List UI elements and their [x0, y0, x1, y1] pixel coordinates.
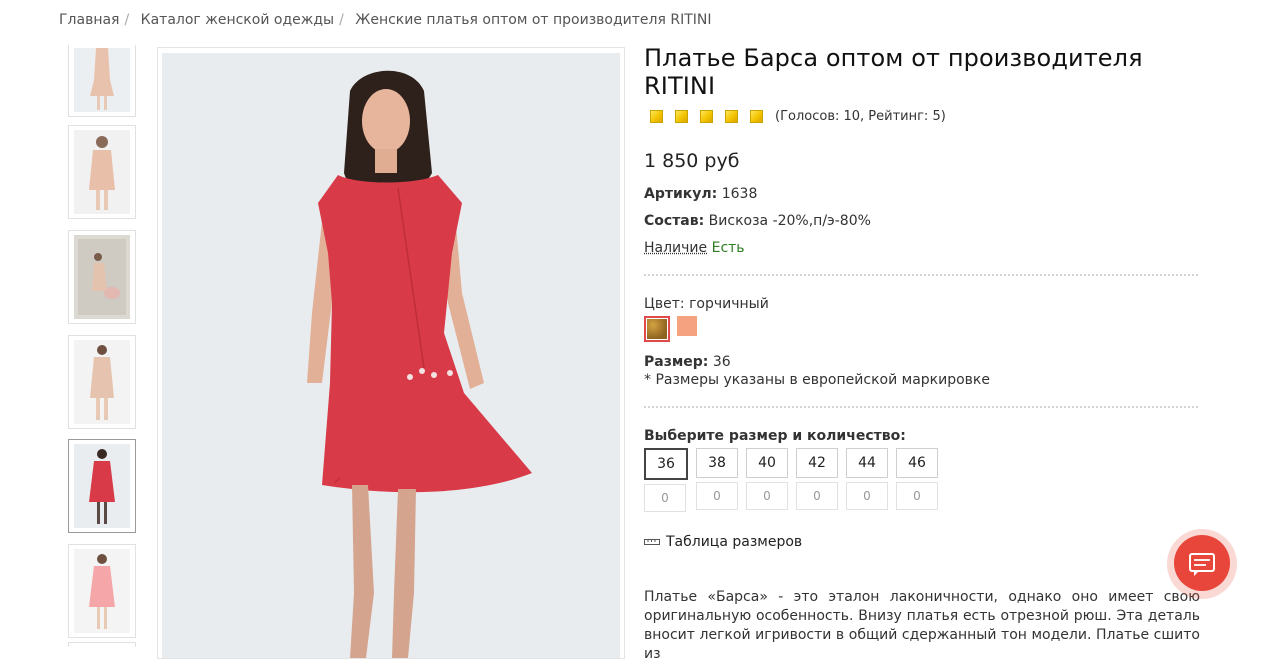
breadcrumb-separator: /	[339, 12, 344, 28]
size-button[interactable]: 46	[896, 448, 938, 478]
thumbnail-image	[74, 340, 130, 424]
quantity-input[interactable]: 0	[896, 482, 938, 510]
composition-label: Состав:	[644, 213, 705, 229]
thumbnail-image	[74, 235, 130, 319]
size-button[interactable]: 42	[796, 448, 838, 478]
thumbnail-strip	[68, 45, 136, 647]
composition-row: Состав: Вискоза -20%,п/э-80%	[644, 213, 1200, 229]
composition-value: Вискоза -20%,п/э-80%	[708, 213, 871, 229]
size-option-46: 46 0	[896, 448, 938, 512]
product-info: Платье Барса оптом от производителя RITI…	[644, 44, 1200, 664]
thumbnail-6[interactable]	[68, 544, 136, 638]
divider	[644, 274, 1198, 276]
size-button[interactable]: 44	[846, 448, 888, 478]
size-button[interactable]: 36	[644, 448, 688, 480]
divider	[644, 406, 1198, 408]
size-option-36: 36 0	[644, 448, 688, 512]
product-description: Платье «Барса» - это эталон лаконичности…	[644, 589, 1200, 662]
quantity-input[interactable]: 0	[696, 482, 738, 510]
size-value: 36	[712, 354, 731, 370]
size-option-38: 38 0	[696, 448, 738, 512]
color-swatches	[644, 316, 1200, 342]
breadcrumb-home[interactable]: Главная	[59, 12, 119, 28]
size-option-40: 40 0	[746, 448, 788, 512]
chat-icon	[1189, 553, 1215, 576]
swatch-fill	[677, 316, 697, 336]
rating: (Голосов: 10, Рейтинг: 5)	[650, 109, 1200, 124]
ruler-icon	[644, 539, 660, 545]
main-product-image[interactable]	[157, 47, 625, 659]
size-option-42: 42 0	[796, 448, 838, 512]
breadcrumb: Главная / Каталог женской одежды / Женские…	[59, 12, 711, 28]
star-icon[interactable]	[675, 110, 688, 123]
product-photo	[162, 53, 620, 658]
product-title: Платье Барса оптом от производителя RITI…	[644, 44, 1143, 100]
size-table-link[interactable]: Таблица размеров	[644, 534, 1200, 550]
star-icon[interactable]	[725, 110, 738, 123]
breadcrumb-catalog[interactable]: Каталог женской одежды	[141, 12, 334, 28]
chat-button[interactable]	[1167, 529, 1237, 599]
thumbnail-5-active[interactable]	[68, 439, 136, 533]
size-button[interactable]: 38	[696, 448, 738, 478]
size-note: * Размеры указаны в европейской маркиров…	[644, 372, 990, 388]
color-swatch-peach[interactable]	[677, 316, 697, 336]
size-table-label: Таблица размеров	[666, 534, 803, 550]
thumbnail-image	[74, 48, 130, 112]
thumbnail-image	[74, 444, 130, 528]
size-label: Размер:	[644, 354, 709, 370]
star-icon[interactable]	[700, 110, 713, 123]
color-swatch-mustard[interactable]	[644, 316, 670, 342]
quantity-input[interactable]: 0	[796, 482, 838, 510]
chat-button-circle	[1174, 535, 1230, 591]
thumbnail-3[interactable]	[68, 230, 136, 324]
color-label: Цвет:	[644, 296, 685, 312]
size-button[interactable]: 40	[746, 448, 788, 478]
article-value: 1638	[721, 186, 758, 202]
size-selector: 36 0 38 0 40 0 42 0 44 0 46 0	[644, 448, 1200, 512]
thumbnail-1[interactable]	[68, 45, 136, 117]
article-row: Артикул: 1638	[644, 186, 1200, 202]
choose-size-label: Выберите размер и количество:	[644, 428, 906, 444]
thumbnail-7[interactable]	[68, 642, 136, 647]
thumbnail-4[interactable]	[68, 335, 136, 429]
star-icon[interactable]	[650, 110, 663, 123]
size-option-44: 44 0	[846, 448, 888, 512]
availability-label[interactable]: Наличие	[644, 240, 707, 256]
thumbnail-2[interactable]	[68, 125, 136, 219]
availability-value: Есть	[711, 240, 745, 256]
size-row: Размер: 36	[644, 354, 1200, 370]
quantity-input[interactable]: 0	[746, 482, 788, 510]
thumbnail-image	[74, 549, 130, 633]
rating-text: (Голосов: 10, Рейтинг: 5)	[775, 109, 946, 124]
color-row: Цвет: горчичный	[644, 296, 1200, 312]
star-icon[interactable]	[750, 110, 763, 123]
quantity-input[interactable]: 0	[846, 482, 888, 510]
availability-row: Наличие Есть	[644, 240, 1200, 256]
color-value: горчичный	[689, 296, 769, 312]
article-label: Артикул:	[644, 186, 718, 202]
quantity-input[interactable]: 0	[644, 484, 686, 512]
breadcrumb-current: Женские платья оптом от производителя RI…	[355, 12, 712, 28]
breadcrumb-separator: /	[124, 12, 130, 28]
thumbnail-image	[74, 130, 130, 214]
swatch-fill	[647, 319, 667, 339]
product-price: 1 850 руб	[644, 150, 740, 172]
